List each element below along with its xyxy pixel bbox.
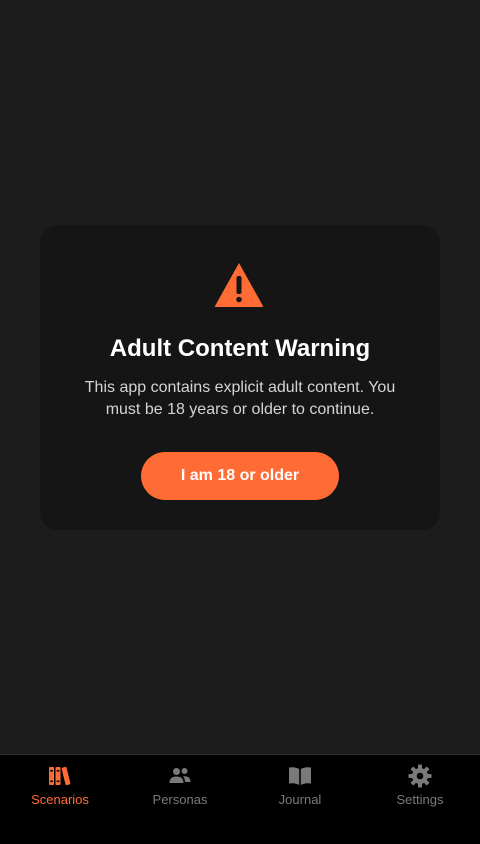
tab-label-scenarios: Scenarios <box>31 792 89 807</box>
tab-journal[interactable]: Journal <box>240 755 360 844</box>
app-screen: Adult Content Warning This app contains … <box>0 0 480 844</box>
tab-settings[interactable]: Settings <box>360 755 480 844</box>
modal-title: Adult Content Warning <box>109 335 371 362</box>
gear-icon <box>408 764 432 788</box>
tab-label-journal: Journal <box>278 792 322 807</box>
bottom-tab-bar: Scenarios Personas Journal Settings <box>0 754 480 844</box>
open-book-icon <box>289 767 311 785</box>
tab-personas[interactable]: Personas <box>120 755 240 844</box>
tab-label-personas: Personas <box>152 792 208 807</box>
tab-label-settings: Settings <box>396 792 444 807</box>
tab-scenarios[interactable]: Scenarios <box>0 755 120 844</box>
confirm-age-button[interactable]: I am 18 or older <box>141 452 339 500</box>
books-icon <box>49 766 71 786</box>
people-icon <box>169 768 191 783</box>
warning-triangle-icon <box>214 263 264 307</box>
modal-message: This app contains explicit adult content… <box>84 379 396 418</box>
